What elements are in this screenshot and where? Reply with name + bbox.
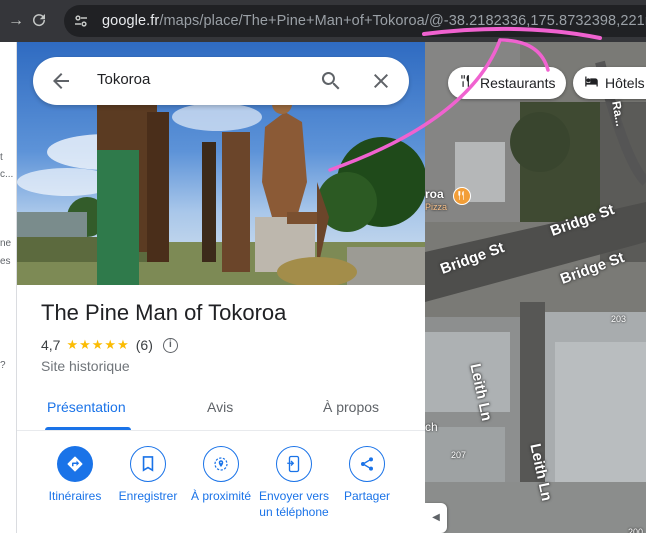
restaurant-poi-marker[interactable] — [453, 187, 471, 205]
poi-fork-icon — [458, 191, 464, 200]
collapse-panel-button[interactable]: ◀ — [425, 503, 447, 533]
sliver-text-1: t — [0, 152, 3, 163]
reload-icon[interactable] — [29, 11, 49, 31]
map-canvas[interactable]: Restaurants Hôtels roa Pizza Bridge St B… — [425, 42, 646, 533]
tab-about[interactable]: À propos — [323, 399, 379, 415]
forward-icon[interactable]: → — [6, 11, 26, 31]
map-edge-label: ch — [425, 420, 438, 434]
active-tab-indicator — [45, 427, 131, 430]
place-category[interactable]: Site historique — [41, 358, 130, 374]
search-icon[interactable] — [319, 69, 343, 93]
back-arrow-icon[interactable] — [49, 69, 73, 93]
nearby-label: À proximité — [190, 489, 252, 503]
sliver-text-5: ? — [0, 360, 6, 371]
nearby-icon — [203, 446, 239, 482]
poi-sublabel: Pizza — [425, 202, 448, 212]
url-host: google.fr — [102, 13, 160, 29]
sliver-text-4: es — [0, 256, 11, 267]
sliver-text-2: c... — [0, 169, 14, 180]
share-button[interactable]: Partager — [327, 442, 407, 504]
send-to-phone-icon — [276, 446, 312, 482]
share-icon — [349, 446, 385, 482]
hotels-chip-label: Hôtels — [605, 75, 645, 91]
restaurants-chip[interactable]: Restaurants — [448, 67, 566, 99]
url-text: google.fr/maps/place/The+Pine+Man+of+Tok… — [102, 13, 646, 29]
place-title: The Pine Man of Tokoroa — [41, 300, 287, 325]
save-button[interactable]: Enregistrer — [108, 442, 188, 504]
left-page-sliver: t c... ne es ? — [0, 42, 17, 533]
browser-toolbar: → google.fr/maps/place/The+Pine+Man+of+T… — [0, 0, 646, 42]
rating-value: 4,7 — [41, 337, 61, 353]
directions-icon — [57, 446, 93, 482]
fork-knife-icon — [458, 67, 474, 99]
site-settings-icon[interactable] — [72, 12, 90, 30]
restaurants-chip-label: Restaurants — [480, 75, 556, 91]
directions-button[interactable]: Itinéraires — [35, 442, 115, 504]
share-label: Partager — [343, 489, 391, 503]
tab-reviews[interactable]: Avis — [207, 399, 233, 415]
street-number-207: 207 — [451, 450, 467, 460]
poi-label: roa — [425, 187, 444, 201]
search-query[interactable]: Tokoroa — [97, 71, 150, 88]
review-count[interactable]: (6) — [136, 337, 153, 353]
close-icon[interactable] — [369, 69, 393, 93]
hotels-chip[interactable]: Hôtels — [573, 67, 646, 99]
address-bar[interactable]: google.fr/maps/place/The+Pine+Man+of+Tok… — [64, 5, 646, 37]
nearby-button[interactable]: À proximité — [181, 442, 261, 504]
place-panel: Tokoroa The Pine Man of Tokoroa 4,7 ★★★★… — [17, 42, 425, 533]
save-label: Enregistrer — [118, 489, 178, 503]
search-box[interactable]: Tokoroa — [33, 57, 409, 105]
tab-presentation[interactable]: Présentation — [47, 399, 126, 415]
send-to-phone-label: Envoyer vers un téléphone — [258, 489, 330, 519]
street-number-200: 200 — [628, 527, 644, 533]
directions-label: Itinéraires — [48, 489, 102, 503]
rating-row: 4,7 ★★★★★ (6) i — [41, 337, 178, 353]
street-number-203: 203 — [611, 314, 627, 324]
place-tabs: Présentation Avis À propos — [17, 387, 425, 431]
action-buttons: Itinéraires Enregistrer À proximité Envo… — [17, 442, 425, 533]
bookmark-icon — [130, 446, 166, 482]
info-icon[interactable]: i — [162, 337, 178, 353]
rating-stars: ★★★★★ — [66, 337, 130, 352]
url-path: /maps/place/The+Pine+Man+of+Tokoroa/@-38… — [159, 13, 646, 29]
send-to-phone-button[interactable]: Envoyer vers un téléphone — [254, 442, 334, 520]
sliver-text-3: ne — [0, 238, 12, 249]
bed-icon — [583, 67, 599, 99]
